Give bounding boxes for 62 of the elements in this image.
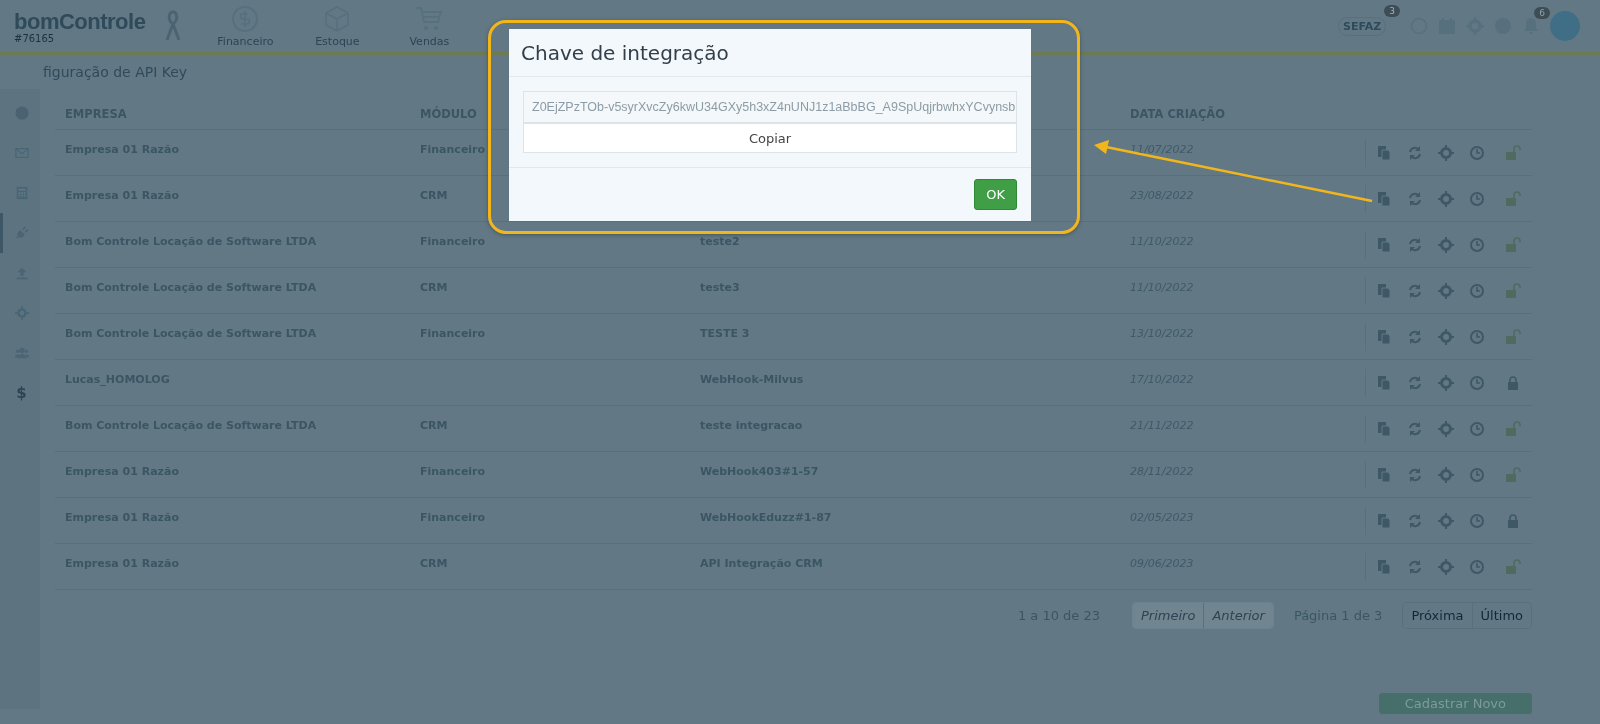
bell-icon[interactable] — [1522, 17, 1540, 35]
clock-icon — [1469, 144, 1485, 161]
refresh-icon — [1407, 190, 1423, 207]
clock-icon — [1469, 374, 1485, 391]
clock-icon — [1469, 190, 1485, 207]
settings-icon — [1438, 236, 1454, 253]
calculator-icon[interactable] — [14, 186, 29, 200]
account-number: #76165 — [14, 32, 56, 44]
settings-icon — [1438, 374, 1454, 391]
clock-icon — [1469, 558, 1485, 575]
refresh-icon — [1407, 466, 1423, 483]
unlocked-icon — [1505, 144, 1521, 161]
notification-badge: 6 — [1534, 7, 1550, 19]
avatar[interactable] — [1550, 11, 1580, 41]
copy-button[interactable]: Copiar — [523, 123, 1017, 153]
refresh-icon — [1407, 374, 1423, 391]
unlocked-icon — [1505, 236, 1521, 253]
settings-icon — [1438, 512, 1454, 529]
clock-icon — [1469, 466, 1485, 483]
refresh-icon — [1407, 558, 1423, 575]
refresh-icon — [1407, 282, 1423, 299]
dollar-icon[interactable]: $ — [16, 384, 27, 402]
copy-icon — [1376, 558, 1392, 575]
pagination-button[interactable]: Próxima — [1403, 603, 1473, 628]
copy-icon — [1376, 328, 1392, 345]
settings-icon — [1438, 328, 1454, 345]
unlocked-icon — [1505, 190, 1521, 207]
copy-icon — [1376, 144, 1392, 161]
copy-icon — [1376, 512, 1392, 529]
ok-button[interactable]: OK — [974, 179, 1017, 210]
settings-icon — [1438, 558, 1454, 575]
clock-icon — [1469, 236, 1485, 253]
lock-icon — [1505, 374, 1521, 391]
clock-icon — [1469, 328, 1485, 345]
settings-icon — [1438, 420, 1454, 437]
settings-icon — [1438, 144, 1454, 161]
settings-icon — [1438, 466, 1454, 483]
unlocked-icon — [1505, 558, 1521, 575]
clock-icon — [1469, 512, 1485, 529]
notification-badge: 3 — [1384, 5, 1400, 17]
settings-icon — [1438, 190, 1454, 207]
copy-icon — [1376, 236, 1392, 253]
copy-icon — [1376, 466, 1392, 483]
copy-icon — [1376, 190, 1392, 207]
refresh-icon — [1407, 328, 1423, 345]
unlocked-icon — [1505, 328, 1521, 345]
key-field[interactable]: Z0EjZPzTOb-v5syrXvcZy6kwU34GXy5h3xZ4nUNJ1z1aBbBG_A9SpUqjrbwhxYCvynsb — [523, 91, 1017, 123]
dialog-title: Chave de integração — [509, 29, 1031, 77]
refresh-icon — [1407, 144, 1423, 161]
refresh-icon — [1407, 420, 1423, 437]
unlocked-icon — [1505, 282, 1521, 299]
copy-icon — [1376, 374, 1392, 391]
copy-icon — [1376, 420, 1392, 437]
unlocked-icon — [1505, 420, 1521, 437]
refresh-icon — [1407, 512, 1423, 529]
clock-icon — [1469, 282, 1485, 299]
clock-icon — [1469, 420, 1485, 437]
copy-icon — [1376, 282, 1392, 299]
lock-icon — [1505, 512, 1521, 529]
unlocked-icon — [1505, 466, 1521, 483]
settings-icon — [1438, 282, 1454, 299]
refresh-icon — [1407, 236, 1423, 253]
